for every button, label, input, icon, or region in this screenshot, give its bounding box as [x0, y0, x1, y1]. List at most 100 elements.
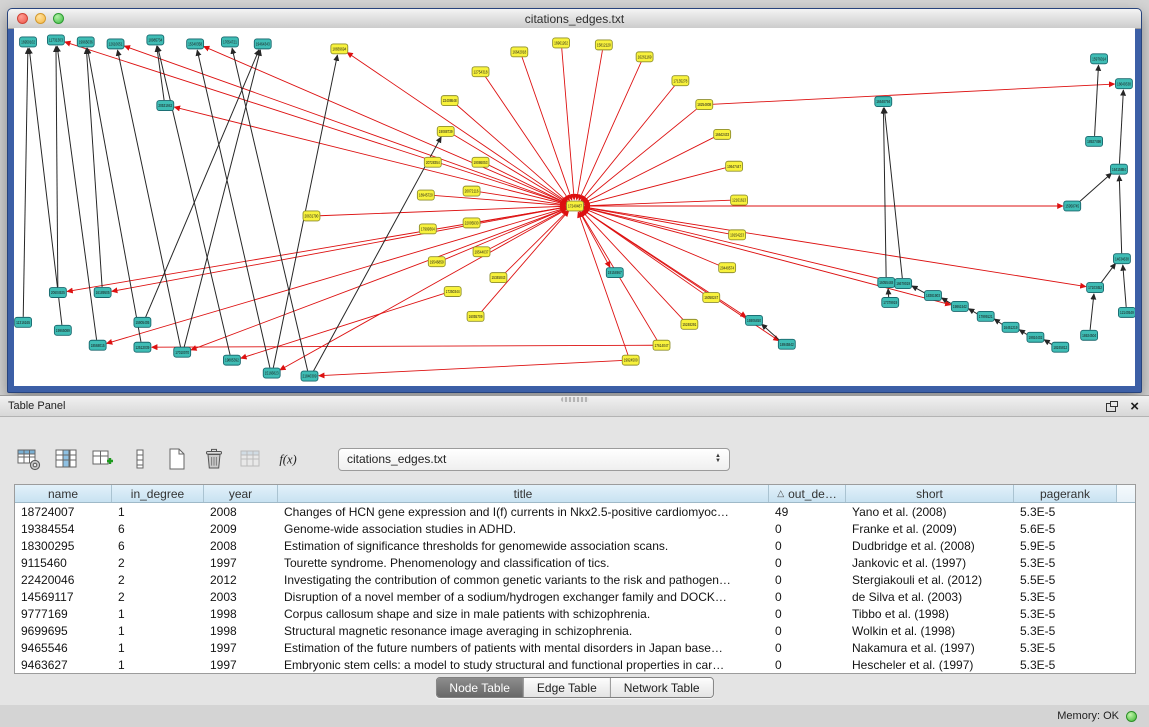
graph-node[interactable]: 16906450 — [746, 315, 763, 325]
cell-name[interactable]: 18300295 — [15, 537, 112, 554]
graph-edge[interactable] — [712, 84, 1114, 104]
graph-edge[interactable] — [118, 50, 181, 347]
graph-node[interactable]: 15248291 — [681, 319, 698, 329]
cell-short[interactable]: de Silva et al. (2003) — [846, 588, 1014, 605]
cell-out_degree[interactable]: 0 — [769, 520, 846, 537]
cell-year[interactable]: 2008 — [204, 537, 278, 554]
graph-edge[interactable] — [1119, 90, 1123, 164]
cell-in_degree[interactable]: 2 — [112, 571, 204, 588]
graph-node[interactable]: 16679019 — [895, 279, 912, 289]
cell-name[interactable]: 19384554 — [15, 520, 112, 537]
cell-title[interactable]: Disruption of a novel member of a sodium… — [278, 588, 769, 605]
new-column-icon[interactable] — [88, 444, 118, 474]
graph-node[interactable]: 19154967 — [606, 268, 623, 278]
graph-edge[interactable] — [1078, 173, 1111, 202]
graph-node[interactable]: 17103452 — [1087, 283, 1104, 293]
graph-edge[interactable] — [1101, 263, 1116, 283]
table-mode-icon[interactable] — [14, 444, 44, 474]
cell-in_degree[interactable]: 1 — [112, 622, 204, 639]
graph-edge[interactable] — [1095, 65, 1099, 136]
column-header-pagerank[interactable]: pagerank — [1014, 485, 1117, 502]
graph-node[interactable]: 10647447 — [726, 161, 743, 171]
cell-pagerank[interactable]: 5.6E-5 — [1014, 520, 1117, 537]
cell-name[interactable]: 14569117 — [15, 588, 112, 605]
table-row[interactable]: 1872400712008Changes of HCN gene express… — [15, 503, 1135, 520]
cell-pagerank[interactable]: 5.3E-5 — [1014, 588, 1117, 605]
graph-node[interactable]: 19924402 — [1027, 332, 1044, 342]
graph-node[interactable]: 21840309 — [301, 371, 318, 381]
graph-edge[interactable] — [584, 200, 731, 206]
graph-edge[interactable] — [65, 42, 568, 204]
cell-name[interactable]: 9777169 — [15, 605, 112, 622]
cell-title[interactable]: Structural magnetic resonance image aver… — [278, 622, 769, 639]
float-panel-icon[interactable] — [1106, 401, 1118, 412]
graph-edge[interactable] — [191, 208, 567, 350]
graph-node[interactable]: 20604925 — [49, 288, 66, 298]
tab-network-table[interactable]: Network Table — [611, 678, 713, 697]
graph-node[interactable]: 22408648 — [441, 96, 458, 106]
graph-node[interactable]: 16058247 — [703, 293, 720, 303]
cell-out_degree[interactable]: 49 — [769, 503, 846, 520]
cell-title[interactable]: Estimation of the future numbers of pati… — [278, 639, 769, 656]
graph-edge[interactable] — [241, 293, 445, 358]
graph-node[interactable]: 19546859 — [428, 257, 445, 267]
graph-edge[interactable] — [313, 137, 441, 371]
tab-node-table[interactable]: Node Table — [436, 678, 524, 697]
cell-in_degree[interactable]: 1 — [112, 605, 204, 622]
graph-edge[interactable] — [762, 324, 781, 341]
column-header-year[interactable]: year — [204, 485, 278, 502]
close-window-button[interactable] — [17, 13, 28, 24]
graph-edge[interactable] — [1123, 265, 1126, 307]
graph-node[interactable]: 18640338 — [1115, 79, 1132, 89]
graph-node[interactable]: 19086053 — [472, 157, 489, 167]
cell-short[interactable]: Jankovic et al. (1997) — [846, 554, 1014, 571]
graph-node[interactable]: 12754318 — [472, 67, 489, 77]
cell-out_degree[interactable]: 0 — [769, 554, 846, 571]
column-header-short[interactable]: short — [846, 485, 1014, 502]
graph-node[interactable]: 16189505 — [94, 288, 111, 298]
graph-node[interactable]: 19924500 — [622, 355, 639, 365]
graph-node[interactable]: 16959102 — [20, 37, 37, 47]
table-row[interactable]: 1938455462009Genome-wide association stu… — [15, 520, 1135, 537]
cell-pagerank[interactable]: 5.3E-5 — [1014, 639, 1117, 656]
cell-pagerank[interactable]: 5.3E-5 — [1014, 503, 1117, 520]
cell-out_degree[interactable]: 0 — [769, 571, 846, 588]
graph-node[interactable]: 16924504 — [1081, 330, 1098, 340]
graph-edge[interactable] — [23, 48, 28, 317]
delete-table-icon[interactable] — [199, 444, 229, 474]
graph-edge[interactable] — [347, 52, 568, 203]
cell-in_degree[interactable]: 1 — [112, 503, 204, 520]
show-columns-icon[interactable] — [51, 444, 81, 474]
graph-node[interactable]: 16415884 — [1111, 164, 1128, 174]
cell-year[interactable]: 1997 — [204, 639, 278, 656]
graph-node[interactable]: 19464343 — [254, 39, 271, 49]
cell-out_degree[interactable]: 0 — [769, 639, 846, 656]
cell-pagerank[interactable]: 5.3E-5 — [1014, 605, 1117, 622]
graph-node[interactable]: 15812120 — [595, 40, 612, 50]
cell-short[interactable]: Yano et al. (2008) — [846, 503, 1014, 520]
graph-edge[interactable] — [204, 46, 568, 203]
graph-edge[interactable] — [584, 168, 726, 205]
cell-title[interactable]: Investigating the contribution of common… — [278, 571, 769, 588]
graph-node[interactable]: 12161613 — [731, 195, 748, 205]
close-panel-icon[interactable]: × — [1130, 399, 1139, 414]
graph-node[interactable]: 11316165 — [15, 317, 32, 327]
graph-node[interactable]: 19088739 — [437, 126, 454, 136]
cell-short[interactable]: Tibbo et al. (1998) — [846, 605, 1014, 622]
graph-edge[interactable] — [1119, 176, 1121, 254]
cell-name[interactable]: 9699695 — [15, 622, 112, 639]
table-row[interactable]: 946554611997Estimation of the future num… — [15, 639, 1135, 656]
graph-node[interactable]: 20449574 — [719, 263, 736, 273]
cell-in_degree[interactable]: 6 — [112, 520, 204, 537]
cell-in_degree[interactable]: 6 — [112, 537, 204, 554]
cell-year[interactable]: 2012 — [204, 571, 278, 588]
graph-node[interactable]: 20728354 — [424, 157, 441, 167]
table-row[interactable]: 969969511998Structural magnetic resonanc… — [15, 622, 1135, 639]
cell-year[interactable]: 2009 — [204, 520, 278, 537]
graph-node[interactable]: 17135278 — [672, 76, 689, 86]
graph-node[interactable]: 20531942 — [157, 101, 174, 111]
graph-edge[interactable] — [581, 85, 675, 201]
function-builder-icon[interactable]: f(x) — [273, 444, 303, 474]
graph-node[interactable]: 12610651 — [107, 39, 124, 49]
table-row[interactable]: 2242004622012Investigating the contribut… — [15, 571, 1135, 588]
